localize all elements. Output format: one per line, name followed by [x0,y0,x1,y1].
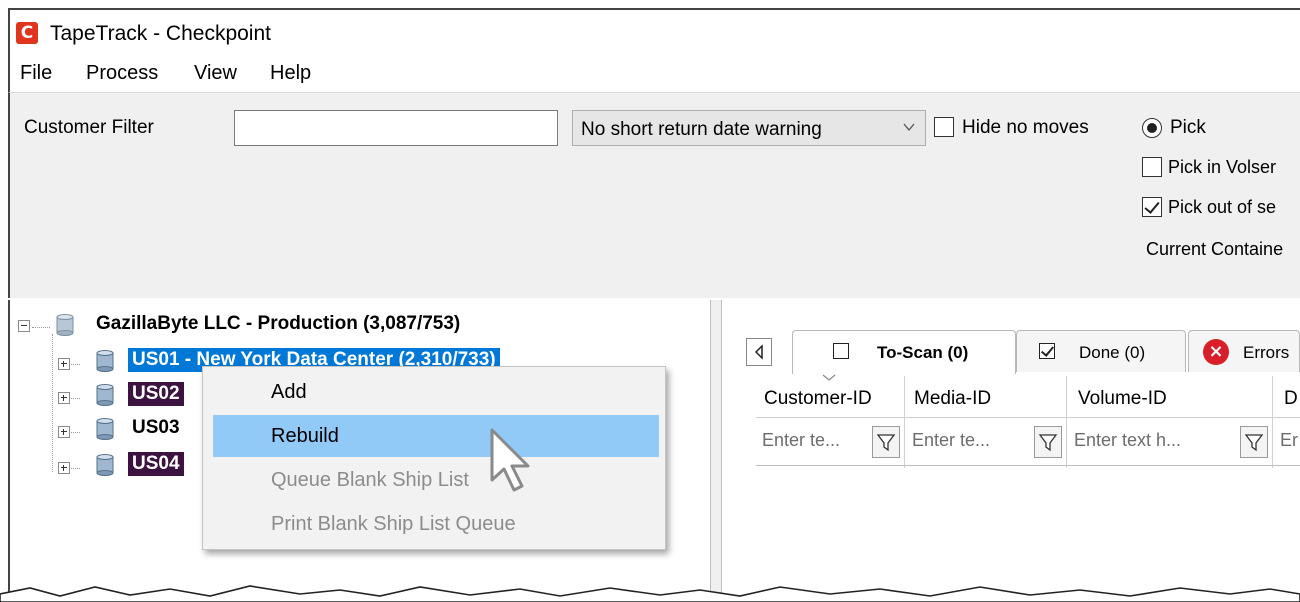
menu-view[interactable]: View [194,62,237,85]
expand-icon[interactable] [58,358,70,370]
pick-out-of-sequence-checkbox[interactable] [1142,197,1162,217]
checkbox-checked-icon [1039,343,1055,359]
hide-no-moves-checkbox[interactable] [934,117,954,137]
title-bar: C TapeTrack - Checkpoint [8,8,1300,52]
database-icon [96,384,114,406]
database-icon [96,454,114,476]
pane-splitter[interactable] [710,300,722,602]
filter-panel: Customer Filter No short return date war… [8,92,1300,298]
context-menu-add[interactable]: Add [213,371,659,413]
funnel-icon [1038,434,1058,452]
filter-volume-id-button[interactable] [1240,426,1268,458]
tree-node-us03[interactable]: US03 [128,416,184,440]
context-menu-queue-blank-ship-list[interactable]: Queue Blank Ship List [213,459,659,501]
filter-input-media-id[interactable]: Enter te... [906,426,1032,458]
tab-to-scan[interactable]: To-Scan (0) [792,330,1016,374]
column-header-volume-id[interactable]: Volume-ID [1078,388,1167,410]
tree-guide [52,334,53,472]
tab-done[interactable]: Done (0) [1016,330,1186,372]
column-header-d[interactable]: D [1284,388,1298,410]
app-icon: C [16,22,38,44]
database-icon [96,418,114,440]
warning-select-value: No short return date warning [581,119,822,140]
filter-customer-id-button[interactable] [872,426,900,458]
context-menu: Add Rebuild Queue Blank Ship List Print … [202,366,666,550]
expand-icon[interactable] [58,392,70,404]
menu-help[interactable]: Help [270,62,311,85]
column-header-media-id[interactable]: Media-ID [914,388,991,410]
pick-out-of-sequence-label: Pick out of se [1168,197,1277,217]
filter-media-id-button[interactable] [1034,426,1062,458]
triangle-left-icon [754,344,763,360]
menu-process[interactable]: Process [86,62,158,85]
customer-filter-input[interactable] [234,110,558,146]
hide-no-moves-label: Hide no moves [962,117,1089,138]
tab-to-scan-label: To-Scan (0) [877,343,969,362]
tab-errors-label: Errors [1243,343,1290,362]
checkbox-icon [833,343,849,359]
pick-label: Pick [1170,117,1206,138]
pick-in-volser-checkbox[interactable] [1142,157,1162,177]
collapse-icon[interactable] [18,320,30,332]
database-icon [96,350,114,372]
scan-grid-pane: To-Scan (0) Done (0) × Errors Customer-I… [722,300,1300,602]
torn-edge-decoration [0,585,1300,602]
current-container-label: Current Containe [1146,239,1284,259]
grid-filter-row: Enter te... Enter te... Enter text h... … [756,418,1300,466]
tree-node-us04[interactable]: US04 [128,452,184,476]
menu-file[interactable]: File [20,62,52,85]
mouse-cursor-icon [490,428,530,492]
warning-select[interactable]: No short return date warning [572,110,926,146]
tree-node-us02[interactable]: US02 [128,382,184,406]
column-header-customer-id[interactable]: Customer-ID [764,388,872,410]
error-icon: × [1203,339,1229,365]
context-menu-rebuild[interactable]: Rebuild [213,415,659,457]
funnel-icon [1244,434,1264,452]
tab-errors[interactable]: × Errors [1188,330,1300,372]
expand-icon[interactable] [58,426,70,438]
tab-done-label: Done (0) [1079,343,1146,362]
pick-radio[interactable] [1142,118,1162,138]
database-icon [56,314,74,336]
pick-in-volser-label: Pick in Volser [1168,157,1277,177]
filter-input-d[interactable]: Er [1274,426,1300,458]
menu-bar: File Process View Help [8,52,1300,92]
grid-header: Customer-ID Media-ID Volume-ID D [756,376,1300,468]
tab-scroll-left-button[interactable] [746,338,772,366]
filter-input-customer-id[interactable]: Enter te... [756,426,868,458]
tree-guide [32,327,50,328]
context-menu-print-blank-ship-list-queue[interactable]: Print Blank Ship List Queue [213,503,659,545]
funnel-icon [876,434,896,452]
tab-strip: To-Scan (0) Done (0) × Errors [722,330,1300,374]
filter-input-volume-id[interactable]: Enter text h... [1068,426,1238,458]
expand-icon[interactable] [58,462,70,474]
chevron-down-icon [903,123,915,132]
window-title: TapeTrack - Checkpoint [50,22,271,45]
tree-root-label[interactable]: GazillaByte LLC - Production (3,087/753) [92,312,464,336]
customer-filter-label: Customer Filter [24,117,154,138]
